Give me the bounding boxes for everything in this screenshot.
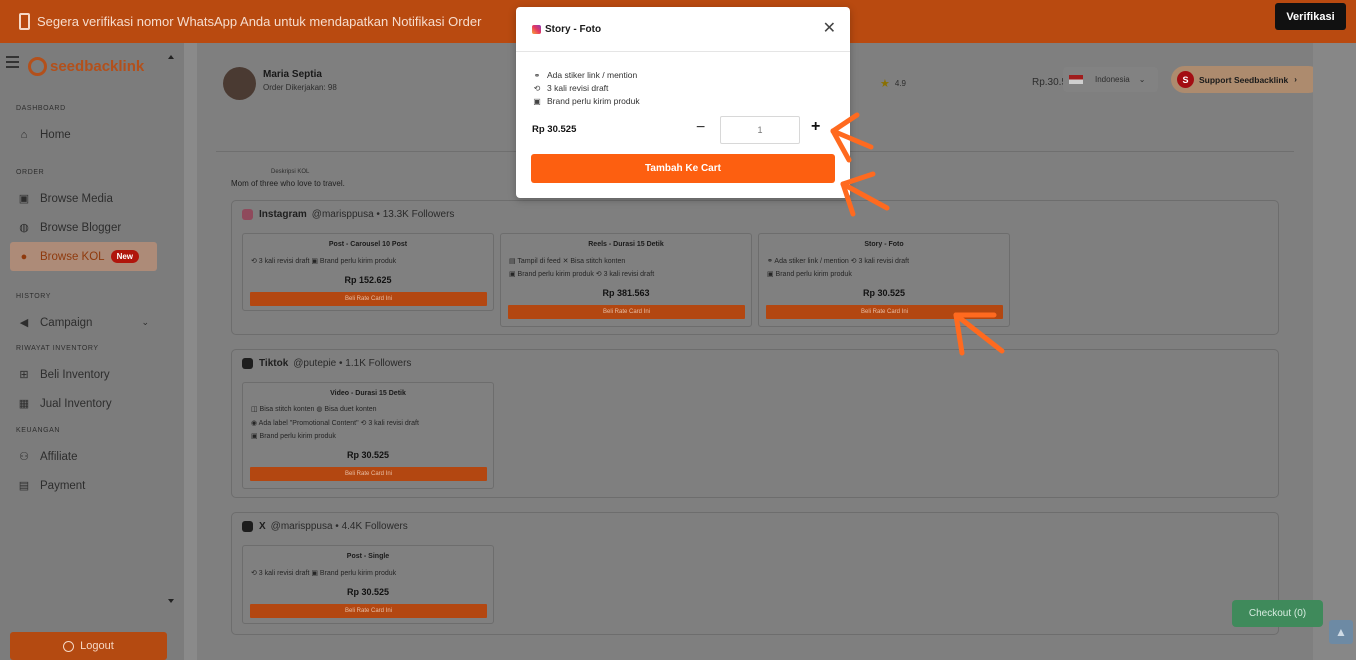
phone-icon bbox=[19, 13, 30, 30]
sidebar-item-payment[interactable]: ▤ Payment bbox=[10, 471, 157, 500]
platform-tiktok: Tiktok @putepie • 1.1K Followers Video -… bbox=[231, 349, 1279, 498]
annotation-arrow bbox=[953, 312, 1005, 356]
page-scrollbar[interactable] bbox=[1313, 43, 1356, 660]
instagram-icon bbox=[532, 24, 541, 34]
rate-card: Video - Durasi 15 Detik ◫ Bisa stitch ko… bbox=[242, 382, 494, 489]
add-to-cart-button[interactable]: Tambah Ke Cart bbox=[531, 154, 835, 183]
sidebar-item-browse-blogger[interactable]: ◍ Browse Blogger bbox=[10, 213, 157, 242]
home-icon: ⌂ bbox=[20, 128, 28, 141]
platform-instagram: Instagram @marisppusa • 13.3K Followers … bbox=[231, 200, 1279, 335]
feature-item: ⚭ Ada stiker link / mention bbox=[533, 70, 638, 80]
sidebar-item-browse-kol[interactable]: ● Browse KOL New bbox=[10, 242, 157, 271]
decrease-quantity-button[interactable]: − bbox=[696, 120, 705, 136]
power-icon bbox=[63, 640, 75, 652]
sidebar-item-home[interactable]: ⌂ Home bbox=[10, 120, 157, 149]
user-name: Maria Septia bbox=[263, 69, 322, 80]
section-finance: KEUANGAN bbox=[16, 427, 61, 434]
feature-item: ⟲ 3 kali revisi draft bbox=[533, 83, 609, 93]
logout-button[interactable]: Logout bbox=[10, 632, 167, 660]
support-avatar: S bbox=[1177, 71, 1194, 88]
description-label: Deskripsi KOL bbox=[271, 169, 310, 175]
logo[interactable]: seedbacklink bbox=[28, 57, 144, 76]
menu-icon[interactable] bbox=[6, 56, 19, 71]
buy-rate-card-button[interactable]: Beli Rate Card Ini bbox=[250, 292, 487, 306]
user-icon: ● bbox=[20, 250, 28, 263]
buy-rate-card-button[interactable]: Beli Rate Card Ini bbox=[250, 467, 487, 481]
rate-card: Post - Carousel 10 Post ⟲ 3 kali revisi … bbox=[242, 233, 494, 311]
verify-button[interactable]: Verifikasi bbox=[1275, 3, 1346, 30]
modal-title: Story - Foto bbox=[545, 23, 602, 35]
modal-price: Rp 30.525 bbox=[532, 124, 577, 135]
instagram-icon bbox=[242, 209, 253, 220]
rating: ★ 4.9 bbox=[880, 78, 906, 90]
cart-icon: ⊞ bbox=[19, 369, 29, 381]
logo-icon bbox=[28, 57, 47, 76]
checkout-button[interactable]: Checkout (0) bbox=[1232, 600, 1323, 627]
sidebar-item-browse-media[interactable]: ▣ Browse Media bbox=[10, 184, 157, 213]
close-icon[interactable]: ✕ bbox=[823, 21, 836, 37]
section-history: HISTORY bbox=[16, 293, 52, 300]
user-plus-icon: ⚇ bbox=[19, 451, 29, 463]
annotation-arrow bbox=[830, 112, 874, 163]
box-icon: ▣ bbox=[533, 96, 541, 106]
tiktok-icon bbox=[242, 358, 253, 369]
section-inventory: RIWAYAT INVENTORY bbox=[16, 345, 99, 352]
sidebar-item-affiliate[interactable]: ⚇ Affiliate bbox=[10, 442, 157, 471]
store-icon: ▦ bbox=[18, 398, 30, 410]
scroll-down-icon[interactable] bbox=[168, 599, 174, 603]
section-order: ORDER bbox=[16, 169, 45, 176]
platform-x: X @marisppusa • 4.4K Followers Post - Si… bbox=[231, 512, 1279, 635]
flag-icon bbox=[1069, 75, 1083, 84]
monitor-icon: ▣ bbox=[18, 193, 30, 205]
rate-card: Post - Single ⟲ 3 kali revisi draft ▣ Br… bbox=[242, 545, 494, 624]
rate-card: Reels - Durasi 15 Detik ▤ Tampil di feed… bbox=[500, 233, 752, 327]
description-text: Mom of three who love to travel. bbox=[231, 179, 345, 188]
add-to-cart-modal: Story - Foto ✕ ⚭ Ada stiker link / mentio… bbox=[516, 7, 850, 198]
orders-count: Order Dikerjakan: 98 bbox=[263, 83, 337, 92]
revision-icon: ⟲ bbox=[533, 83, 541, 93]
scroll-to-top-button[interactable]: ▲ bbox=[1329, 620, 1353, 644]
sidebar-item-campaign[interactable]: ◀ Campaign ⌄ bbox=[10, 308, 157, 337]
x-icon bbox=[242, 521, 253, 532]
starting-price: Rp.30.5 bbox=[1032, 77, 1068, 88]
chevron-down-icon: ⌄ bbox=[1138, 75, 1146, 84]
star-icon: ★ bbox=[880, 78, 890, 90]
chevron-down-icon: ⌄ bbox=[141, 317, 149, 327]
link-icon: ⚭ bbox=[533, 70, 541, 80]
sidebar: seedbacklink DASHBOARD ⌂ Home ORDER ▣ Brow… bbox=[0, 43, 184, 660]
globe-icon: ◍ bbox=[19, 222, 29, 234]
buy-rate-card-button[interactable]: Beli Rate Card Ini bbox=[508, 305, 745, 319]
avatar bbox=[223, 67, 256, 100]
feature-item: ▣ Brand perlu kirim produk bbox=[533, 96, 640, 106]
banner-message: Segera verifikasi nomor WhatsApp Anda un… bbox=[37, 14, 482, 29]
sidebar-item-beli-inventory[interactable]: ⊞ Beli Inventory bbox=[10, 360, 157, 389]
new-badge: New bbox=[110, 250, 140, 263]
sidebar-item-jual-inventory[interactable]: ▦ Jual Inventory bbox=[10, 389, 157, 418]
wallet-icon: ▤ bbox=[18, 480, 30, 492]
annotation-arrow bbox=[840, 171, 890, 217]
scroll-up-icon[interactable] bbox=[168, 55, 174, 59]
quantity-input[interactable] bbox=[720, 116, 800, 144]
section-dashboard: DASHBOARD bbox=[16, 105, 66, 112]
megaphone-icon: ◀ bbox=[19, 317, 29, 329]
buy-rate-card-button[interactable]: Beli Rate Card Ini bbox=[250, 604, 487, 618]
language-selector[interactable]: Indonesia ⌄ bbox=[1063, 67, 1158, 92]
modal-header: Story - Foto bbox=[516, 7, 850, 52]
support-button[interactable]: S Support Seedbacklink › bbox=[1171, 66, 1322, 93]
chevron-right-icon: › bbox=[1294, 75, 1297, 84]
increase-quantity-button[interactable]: + bbox=[811, 119, 820, 135]
